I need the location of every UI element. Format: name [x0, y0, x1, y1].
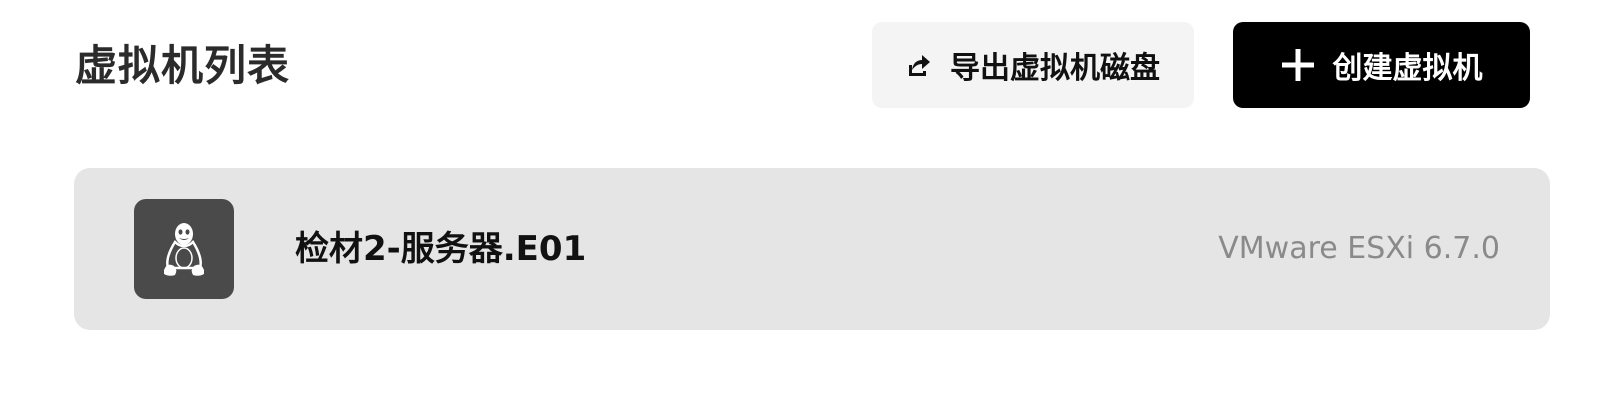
export-vm-disk-button[interactable]: 导出虚拟机磁盘 — [872, 22, 1194, 108]
vm-platform: VMware ESXi 6.7.0 — [1218, 231, 1500, 266]
create-vm-button[interactable]: 创建虚拟机 — [1233, 22, 1530, 108]
vm-name: 检材2-服务器.E01 — [295, 229, 587, 269]
vm-list-item[interactable]: 检材2-服务器.E01 VMware ESXi 6.7.0 — [74, 168, 1550, 330]
export-vm-disk-label: 导出虚拟机磁盘 — [950, 51, 1160, 86]
plus-icon — [1281, 48, 1315, 82]
vm-list-page: 虚拟机列表 导出虚拟机磁盘 创建虚拟机 检材2-服务器.E01 VMware E… — [0, 0, 1600, 416]
create-vm-label: 创建虚拟机 — [1332, 51, 1483, 86]
page-title: 虚拟机列表 — [75, 41, 291, 90]
export-share-icon — [906, 52, 932, 78]
linux-tux-icon — [134, 199, 234, 299]
